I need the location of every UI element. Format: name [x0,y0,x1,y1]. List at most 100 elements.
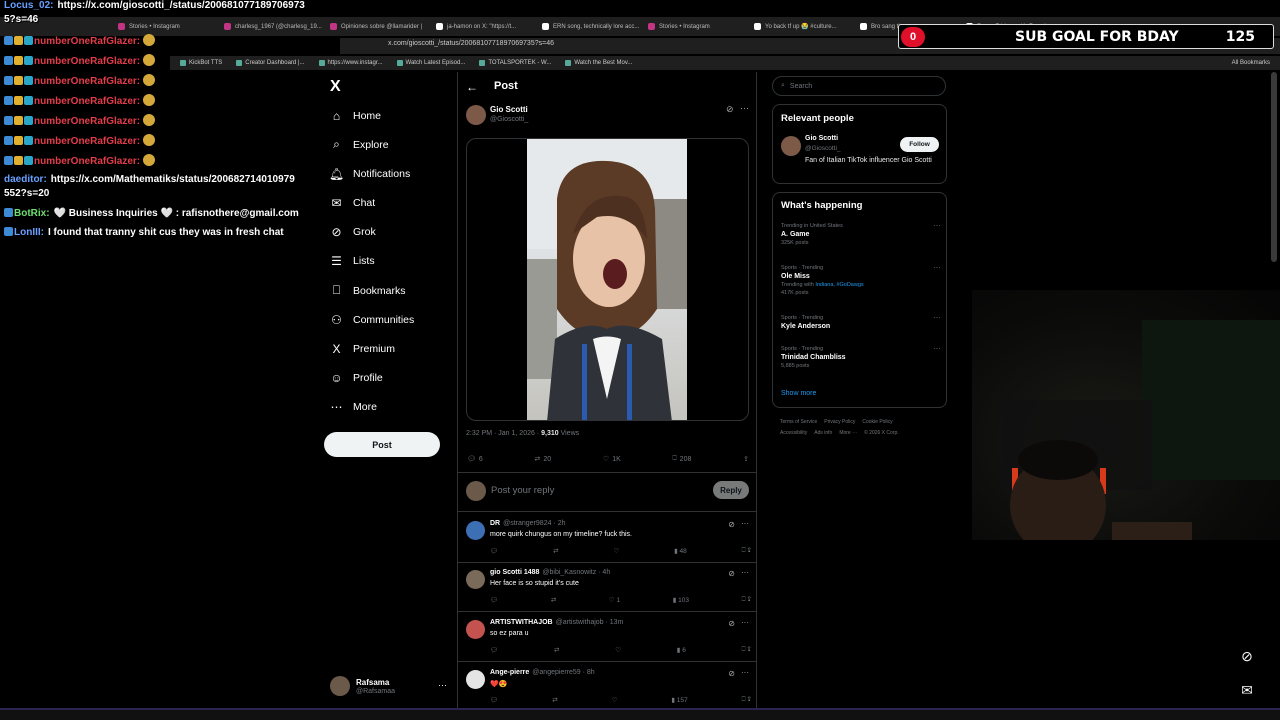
footer-link[interactable]: Terms of Service [780,419,817,425]
messages-icon[interactable]: ✉ [1234,677,1260,703]
more-icon[interactable]: ··· [741,668,749,677]
views-action[interactable]: ▮ 48 [674,547,687,555]
reply-avatar[interactable] [466,670,485,689]
search-input[interactable]: ⌕ Search [772,76,946,96]
bookmark-link[interactable]: Watch Latest Episod... [396,60,465,66]
reply-author-handle[interactable]: @bibi_Kasnowitz · 4h [542,569,610,576]
reply-author-handle[interactable]: @angepierre59 · 8h [532,669,594,676]
trend-more-icon[interactable]: ··· [933,313,941,322]
account-more-icon[interactable]: ··· [438,680,447,690]
nav-item-notifications[interactable]: 🔔︎ Notifications [329,167,410,181]
browser-tab[interactable]: Stories • Instagram [110,19,216,35]
reply-author-name[interactable]: gio Scotti 1488 [490,569,539,576]
relevant-handle[interactable]: @Gioscotti_ [805,145,841,152]
reply-item[interactable]: ARTISTWITHAJOB @artistwithajob · 13m so ez… [466,618,751,663]
footer-link[interactable]: Cookie Policy [862,419,892,425]
nav-item-home[interactable]: ⌂ Home [330,109,381,123]
views-action[interactable]: ▮ 157 [671,696,687,704]
bookmark-link[interactable]: TOTALSPORTEK - W... [479,60,551,66]
repost-action[interactable]: ⇄ 20 [535,455,552,464]
views-action[interactable]: ▮ 103 [673,596,689,604]
reply-action[interactable]: 💬︎ 6 [467,455,483,464]
browser-tab[interactable]: charlesg_1967 (@charlesg_19... [216,19,322,35]
trend-with-tags[interactable]: Indiana, #GoDawgs [815,282,863,288]
more-icon[interactable]: ··· [741,519,749,528]
reply-avatar[interactable] [466,620,485,639]
scrollbar[interactable] [1271,72,1277,262]
repost-icon[interactable]: ⇄ [553,547,558,555]
browser-tab[interactable]: Yo back tf up 😭 #culture... [746,19,852,35]
browser-tab[interactable]: Stories • Instagram [640,19,746,35]
bookmark-icon[interactable]: ⎕ ⇪ [742,646,751,654]
footer-link[interactable]: Ads info [814,430,832,436]
trend-item[interactable]: Sports · Trending Ole Miss Trending with I… [781,263,941,296]
footer-link[interactable]: Privacy Policy [824,419,855,425]
reply-author-name[interactable]: ARTISTWITHAJOB [490,619,553,626]
author-handle[interactable]: @Gioscotti_ [490,116,528,123]
relevant-name[interactable]: Gio Scotti [805,135,838,142]
reply-item[interactable]: DR @stranger9824 · 2h more quirk chungus o… [466,519,751,564]
reply-input[interactable]: Post your reply [491,485,554,496]
reply-button[interactable]: Reply [713,481,749,499]
more-icon[interactable]: ··· [740,103,749,113]
video-thumbnail[interactable] [527,139,687,420]
bookmark-icon[interactable]: ⎕ ⇪ [742,596,751,604]
follow-button[interactable]: Follow [900,137,939,152]
repost-icon[interactable]: ⇄ [551,596,556,604]
reply-icon[interactable]: 💬︎ [490,696,498,704]
grok-icon[interactable]: ⊘ [728,569,735,578]
bookmark-link[interactable]: Creator Dashboard |... [236,60,305,66]
all-bookmarks[interactable]: All Bookmarks [1232,60,1270,66]
grok-icon[interactable]: ⊘ [728,669,735,678]
nav-item-premium[interactable]: X Premium [330,342,395,356]
nav-item-communities[interactable]: ⚇ Communities [330,313,414,327]
more-icon[interactable]: ··· [741,618,749,627]
grok-icon[interactable]: ⊘ [728,619,735,628]
trend-item[interactable]: Sports · Trending Trinidad Chambliss 5,885… [781,344,941,369]
nav-item-chat[interactable]: ✉ Chat [330,196,375,210]
bookmark-action[interactable]: ⎕ 208 [672,455,691,463]
post-media[interactable] [466,138,749,421]
reply-item[interactable]: Ange-pierre @angepierre59 · 8h ❤️😍 ⊘ ··· 💬︎ ⇄ ♡… [466,668,751,713]
bookmark-icon[interactable]: ⎕ ⇪ [742,547,751,555]
reply-author-name[interactable]: DR [490,520,500,527]
bookmark-icon[interactable]: ⎕ ⇪ [742,696,751,704]
footer-link[interactable]: More ··· [839,430,857,436]
reply-icon[interactable]: 💬︎ [490,547,498,555]
account-switcher[interactable]: Rafsama @Rafsamaa ··· [330,676,450,700]
bookmark-link[interactable]: Watch the Best Mov... [565,60,632,66]
trend-more-icon[interactable]: ··· [933,344,941,353]
views-action[interactable]: ▮ 6 [677,646,686,654]
like-action[interactable]: ♡ [615,646,621,654]
trend-more-icon[interactable]: ··· [933,263,941,272]
reply-item[interactable]: gio Scotti 1488 @bibi_Kasnowitz · 4h Her f… [466,568,751,613]
share-icon[interactable]: ⇪ [743,455,749,463]
like-action[interactable]: ♡ [613,547,619,555]
reply-composer[interactable]: Post your reply Reply [466,478,751,504]
nav-item-grok[interactable]: ⊘ Grok [330,225,375,239]
reply-icon[interactable]: 💬︎ [490,596,498,604]
grok-icon[interactable]: ⊘ [1234,643,1260,669]
like-action[interactable]: ♡ 1 [609,596,620,604]
show-more-link[interactable]: Show more [781,390,816,397]
nav-item-profile[interactable]: ☺ Profile [330,371,382,385]
reply-avatar[interactable] [466,570,485,589]
like-action[interactable]: ♡ 1K [603,455,621,464]
nav-item-bookmarks[interactable]: ⎕ Bookmarks [330,283,406,297]
trend-item[interactable]: Trending in United States A. Game 325K pos… [781,221,941,246]
footer-link[interactable]: © 2026 X Corp. [864,430,899,436]
browser-tab[interactable]: Opiniones sobre @llamarider | [322,19,428,35]
relevant-avatar[interactable] [781,136,801,156]
like-action[interactable]: ♡ [612,696,618,704]
nav-item-more[interactable]: ⋯ More [330,400,377,414]
url-text[interactable]: x.com/gioscotti_/status/2006810771897069… [388,40,554,47]
reply-author-name[interactable]: Ange-pierre [490,669,529,676]
browser-tab[interactable]: ERN song, technically lore acc... [534,19,640,35]
more-icon[interactable]: ··· [741,568,749,577]
grok-icon[interactable]: ⊘ [728,520,735,529]
reply-author-handle[interactable]: @stranger9824 · 2h [503,520,565,527]
author-name[interactable]: Gio Scotti [490,105,528,114]
trend-item[interactable]: Sports · Trending Kyle Anderson ··· [781,313,941,330]
reply-author-handle[interactable]: @artistwithajob · 13m [556,619,624,626]
browser-tab[interactable]: ja-hamon on X: "https://t... [428,19,534,35]
